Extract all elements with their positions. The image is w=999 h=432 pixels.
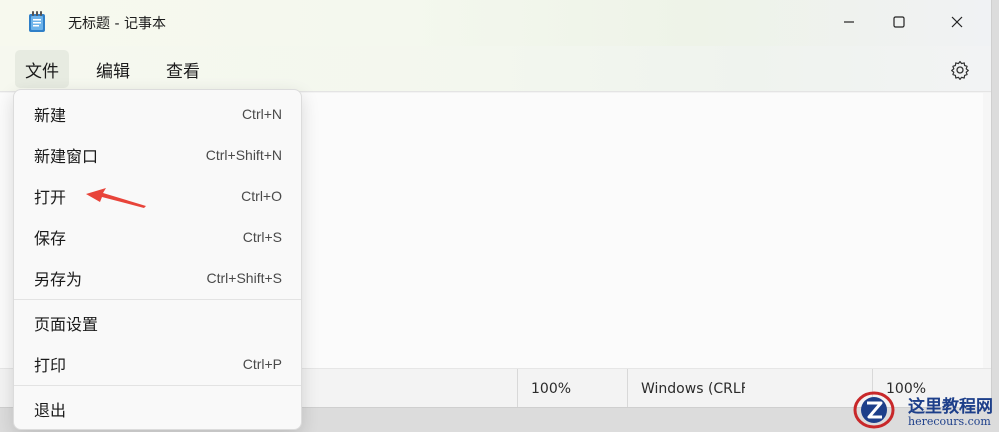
gear-icon [951,60,969,80]
menu-item-shortcut: Ctrl+N [241,106,282,122]
menu-item-shortcut: Ctrl+Shift+S [206,270,282,286]
menu-bar: 文件 编辑 查看 [0,46,991,92]
menu-item-label: 页面设置 [34,315,99,334]
title-bar: 无标题 - 记事本 [0,0,991,46]
watermark-logo-icon [853,391,895,429]
menu-item-print[interactable]: 打印 Ctrl+P [18,346,297,382]
menu-item-label: 保存 [34,229,67,248]
menu-item-open[interactable]: 打开 Ctrl+O [18,178,297,214]
watermark: 这里教程网 herecours.com [850,386,999,432]
menu-item-label: 新建 [34,106,67,125]
window-title: 无标题 - 记事本 [68,16,166,32]
file-menu-dropdown: 新建 Ctrl+N 新建窗口 Ctrl+Shift+N 打开 Ctrl+O 保存… [13,89,302,430]
menu-item-label: 新建窗口 [34,147,99,166]
menu-item-label: 打印 [34,356,67,375]
menu-item-shortcut: Ctrl+P [242,356,282,372]
menu-item-save-as[interactable]: 另存为 Ctrl+Shift+S [18,260,297,296]
menu-edit[interactable]: 编辑 [86,50,140,88]
menu-item-label: 另存为 [34,270,83,289]
menu-item-shortcut: Ctrl+Shift+N [205,147,282,163]
menu-view[interactable]: 查看 [156,50,210,88]
menu-file[interactable]: 文件 [15,50,69,88]
status-zoom: 100% [517,369,627,407]
menu-item-new[interactable]: 新建 Ctrl+N [18,96,297,132]
menu-separator [14,385,301,386]
watermark-text: 这里教程网 [908,397,993,417]
menu-item-shortcut: Ctrl+S [242,229,282,245]
menu-item-new-window[interactable]: 新建窗口 Ctrl+Shift+N [18,137,297,173]
menu-separator [14,299,301,300]
minimize-button[interactable] [826,6,872,38]
close-icon [951,16,963,28]
close-button[interactable] [934,6,980,38]
minimize-icon [844,21,854,23]
menu-item-label: 打开 [34,188,67,207]
maximize-button[interactable] [876,6,922,38]
menu-item-save[interactable]: 保存 Ctrl+S [18,219,297,255]
watermark-url: herecours.com [908,415,991,428]
status-line-ending: Windows (CRLF) [627,369,745,407]
settings-button[interactable] [944,56,976,84]
menu-item-page-setup[interactable]: 页面设置 [18,305,297,341]
vertical-scrollbar[interactable] [983,93,991,368]
menu-item-label: 退出 [34,401,67,420]
notepad-icon [29,11,45,32]
menu-item-shortcut: Ctrl+O [241,188,282,204]
menu-item-exit[interactable]: 退出 [18,391,297,427]
maximize-icon [893,16,905,28]
annotation-arrow-icon [86,188,146,208]
